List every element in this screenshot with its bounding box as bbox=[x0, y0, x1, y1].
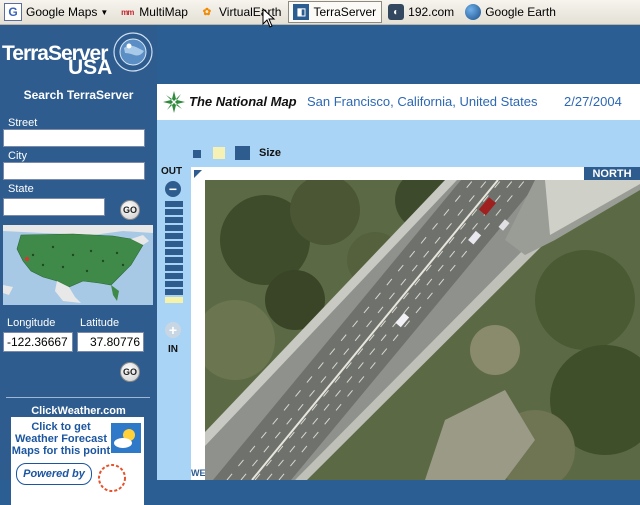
go-button-address[interactable]: GO bbox=[120, 200, 140, 220]
state-label: State bbox=[8, 183, 34, 195]
pan-west-button[interactable]: WEST bbox=[191, 468, 217, 478]
zoom-level-step[interactable] bbox=[165, 225, 183, 231]
zoom-level-step[interactable] bbox=[165, 217, 183, 223]
terraserver-icon: ◧ bbox=[293, 4, 310, 20]
powered-by-badge: Powered by bbox=[16, 463, 92, 485]
weather-forecast-text: Click to get Weather Forecast Maps for t… bbox=[11, 421, 111, 457]
size-large-button[interactable] bbox=[235, 146, 250, 160]
globe-logo-icon bbox=[113, 32, 153, 72]
weather-forecast-link[interactable]: Click to get Weather Forecast Maps for t… bbox=[11, 417, 144, 505]
size-label: Size bbox=[259, 147, 282, 159]
city-label: City bbox=[8, 150, 27, 162]
go-button-coordinates[interactable]: GO bbox=[120, 362, 140, 382]
google-icon: G bbox=[4, 3, 22, 21]
zoom-in-label: IN bbox=[168, 344, 178, 355]
bookmark-google-earth[interactable]: Google Earth bbox=[461, 2, 561, 22]
weather-logo-icon bbox=[98, 464, 126, 492]
zoom-out-label: OUT bbox=[161, 166, 183, 177]
search-title: Search TerraServer bbox=[23, 88, 134, 102]
usa-overview-map[interactable] bbox=[3, 225, 153, 305]
bookmark-label: Google Maps bbox=[26, 5, 98, 19]
bookmark-label: Google Earth bbox=[485, 5, 556, 19]
bookmark-label: MultiMap bbox=[139, 5, 188, 19]
bookmark-multimap[interactable]: mm MultiMap bbox=[115, 2, 193, 22]
bookmarks-toolbar: G Google Maps ▼ mm MultiMap ✿ VirtualEar… bbox=[0, 0, 640, 25]
national-map-logo-icon bbox=[163, 91, 185, 113]
pan-north-button[interactable]: NORTH bbox=[584, 167, 640, 180]
map-content-area: The National Map San Francisco, Californ… bbox=[157, 84, 640, 480]
weather-sun-cloud-icon bbox=[111, 423, 141, 453]
bookmark-label: 192.com bbox=[408, 5, 455, 19]
zoom-level-step[interactable] bbox=[165, 257, 183, 263]
google-earth-icon bbox=[465, 4, 482, 20]
bookmark-google-maps[interactable]: G Google Maps ▼ bbox=[0, 2, 113, 22]
virtualearth-icon: ✿ bbox=[202, 6, 212, 18]
map-header: The National Map San Francisco, Californ… bbox=[157, 84, 640, 120]
zoom-level-step[interactable] bbox=[165, 233, 183, 239]
zoom-level-current[interactable] bbox=[165, 297, 183, 303]
divider bbox=[6, 397, 150, 398]
bookmark-label: TerraServer bbox=[313, 5, 377, 19]
zoom-level-step[interactable] bbox=[165, 281, 183, 287]
zoom-level-step[interactable] bbox=[165, 241, 183, 247]
zoom-level-step[interactable] bbox=[165, 209, 183, 215]
search-sidebar: TerraServer USA Search TerraServer Stree… bbox=[0, 25, 157, 505]
size-medium-button[interactable] bbox=[213, 147, 225, 159]
street-input[interactable] bbox=[3, 129, 145, 147]
latitude-label: Latitude bbox=[80, 317, 120, 329]
street-label: Street bbox=[8, 117, 38, 129]
size-small-button[interactable] bbox=[193, 150, 201, 158]
state-input[interactable] bbox=[3, 198, 105, 216]
zoom-level-step[interactable] bbox=[165, 249, 183, 255]
latitude-input[interactable]: 37.80776 bbox=[77, 332, 144, 352]
zoom-level-step[interactable] bbox=[165, 289, 183, 295]
longitude-label: Longitude bbox=[7, 317, 56, 329]
bookmark-192com[interactable]: ◐ 192.com bbox=[384, 2, 459, 22]
aerial-map-frame: NORTH WEST bbox=[191, 167, 640, 480]
bookmark-terraserver[interactable]: ◧ TerraServer bbox=[288, 1, 383, 23]
city-input[interactable] bbox=[3, 162, 145, 180]
multimap-icon: mm bbox=[121, 7, 134, 17]
dropdown-arrow-icon[interactable]: ▼ bbox=[100, 8, 108, 17]
longitude-input[interactable]: -122.36667 bbox=[3, 332, 73, 352]
clickweather-title[interactable]: ClickWeather.com bbox=[0, 405, 157, 417]
national-map-title: The National Map bbox=[189, 94, 297, 109]
mouse-pointer-icon bbox=[262, 8, 276, 28]
pan-northwest-arrow-icon[interactable] bbox=[193, 169, 203, 179]
zoom-in-button[interactable]: + bbox=[165, 322, 181, 338]
zoom-level-step[interactable] bbox=[165, 273, 183, 279]
zoom-level-step[interactable] bbox=[165, 201, 183, 207]
zoom-level-bars[interactable] bbox=[165, 201, 183, 305]
zoom-out-button[interactable]: − bbox=[165, 181, 181, 197]
location-text: San Francisco, California, United States bbox=[307, 94, 538, 109]
192com-icon: ◐ bbox=[388, 4, 405, 20]
logo-text-usa: USA bbox=[68, 56, 113, 79]
image-date: 2/27/2004 bbox=[564, 94, 622, 109]
zoom-level-step[interactable] bbox=[165, 265, 183, 271]
aerial-photo-map[interactable] bbox=[205, 180, 640, 480]
